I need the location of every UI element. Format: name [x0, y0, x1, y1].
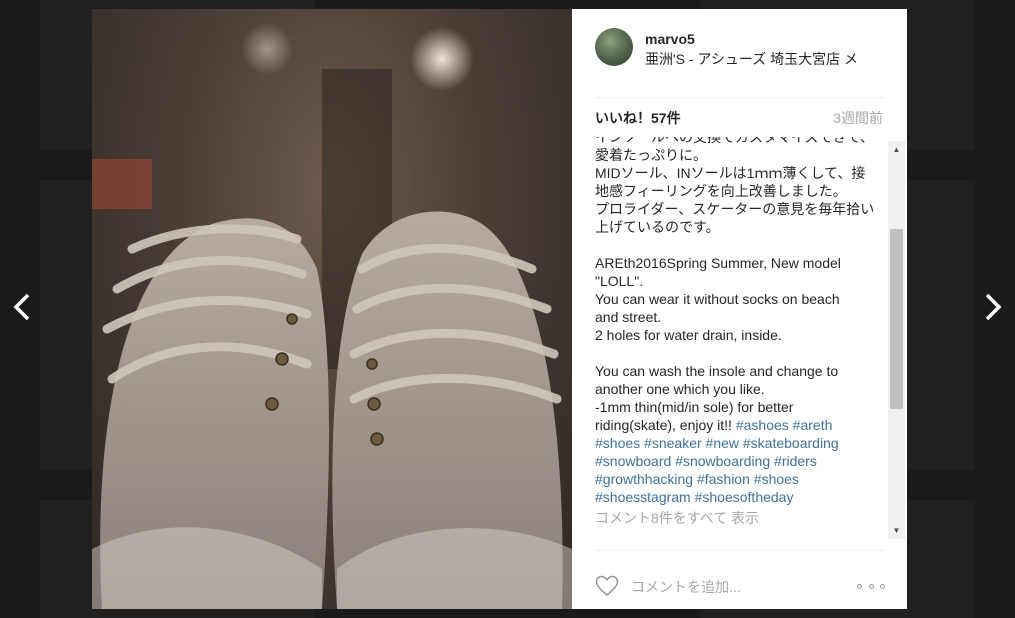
caption-line: You can wash the insole and change to: [595, 362, 879, 380]
caption-line: MIDソール、INソールは1ｍｍ薄くして、接: [595, 164, 879, 182]
caption-line: 上げているのです。: [595, 218, 879, 236]
caption-fragment: AREth2016Spring Summer, New model: [595, 255, 841, 271]
caption-line: "LOLL".: [595, 272, 879, 290]
caption-fragment: MIDソール、INソールは1ｍｍ薄くして、接: [595, 165, 866, 181]
dot: [880, 583, 885, 589]
hashtag-link[interactable]: #snowboarding: [675, 453, 770, 469]
post-footer: [572, 550, 907, 609]
post-details-panel: marvo5 亜洲'S - アシューズ 埼玉大宮店 メ いいね！57件 3週間前…: [572, 9, 907, 609]
caption-line: -1mm thin(mid/in sole) for better: [595, 398, 879, 416]
caption-fragment: "LOLL".: [595, 273, 644, 289]
view-all-comments-link[interactable]: コメント8件をすべて 表示: [595, 509, 879, 527]
chevron-right-icon[interactable]: [975, 285, 1011, 329]
caption-scrollbar[interactable]: ▲ ▼: [888, 141, 905, 539]
caption-fragment: You can wear it without socks on beach: [595, 291, 840, 307]
scroll-down-icon[interactable]: ▼: [888, 522, 905, 539]
caption-line: 地感フィーリングを向上改善しました。: [595, 182, 879, 200]
caption-line: 愛着たっぷりに。: [595, 146, 879, 164]
scroll-up-icon[interactable]: ▲: [888, 141, 905, 158]
post-modal: marvo5 亜洲'S - アシューズ 埼玉大宮店 メ いいね！57件 3週間前…: [92, 9, 907, 609]
location-link[interactable]: 亜洲'S - アシューズ 埼玉大宮店 メ: [645, 49, 885, 69]
hashtag-link[interactable]: #snowboard: [595, 453, 671, 469]
hashtag-link[interactable]: #shoes: [595, 435, 640, 451]
dot: [857, 583, 862, 589]
post-header: marvo5 亜洲'S - アシューズ 埼玉大宮店 メ: [572, 9, 907, 90]
comment-input[interactable]: [629, 574, 833, 600]
caption-fragment: 地感フィーリングを向上改善しました。: [595, 183, 847, 199]
caption-line: プロライダー、スケーターの意見を毎年拾い: [595, 200, 879, 218]
caption-line: 2 holes for water drain, inside.: [595, 326, 879, 344]
header-divider: [595, 97, 885, 98]
hashtag-link[interactable]: #new: [706, 435, 739, 451]
hashtag-link[interactable]: #riders: [774, 453, 817, 469]
caption-fragment: 愛着たっぷりに。: [595, 147, 707, 163]
caption-line: #shoes #sneaker #new #skateboarding: [595, 434, 879, 452]
caption-area[interactable]: インソールへの交換でカスタマイズできて、愛着たっぷりに。 MIDソール、INソール…: [595, 137, 891, 539]
avatar[interactable]: [595, 28, 633, 66]
caption-fragment: 上げているのです。: [595, 219, 720, 235]
hashtag-link[interactable]: #skateboarding: [743, 435, 839, 451]
hashtag-link[interactable]: #shoes: [754, 471, 799, 487]
caption-fragment: and street.: [595, 309, 662, 325]
hashtag-link[interactable]: #areth: [793, 417, 833, 433]
hashtag-link[interactable]: #fashion: [697, 471, 750, 487]
caption-line: AREth2016Spring Summer, New model: [595, 254, 879, 272]
heart-icon[interactable]: [595, 575, 619, 597]
caption-fragment: You can wash the insole and change to: [595, 363, 839, 379]
caption-line: #growthhacking #fashion #shoes: [595, 470, 879, 488]
sneakers-photo: [92, 23, 572, 609]
caption-line: and street.: [595, 308, 879, 326]
caption-line: インソールへの交換でカスタマイズできて、: [595, 137, 879, 146]
caption-line: #snowboard #snowboarding #riders: [595, 452, 879, 470]
scrollbar-thumb[interactable]: [890, 229, 903, 409]
caption-fragment: プロライダー、スケーターの意見を毎年拾い: [595, 201, 875, 217]
caption-line: riding(skate), enjoy it!! #ashoes #areth: [595, 416, 879, 434]
caption-line: You can wear it without socks on beach: [595, 290, 879, 308]
caption-fragment: インソールへの交換でカスタマイズできて、: [595, 137, 874, 145]
caption-fragment: another one which you like.: [595, 381, 765, 397]
hashtag-link[interactable]: #ashoes: [736, 417, 789, 433]
username-link[interactable]: marvo5: [645, 31, 695, 47]
caption-line: [595, 344, 879, 362]
dot: [868, 583, 874, 589]
caption-text: インソールへの交換でカスタマイズできて、愛着たっぷりに。 MIDソール、INソール…: [595, 137, 879, 527]
caption-fragment: 2 holes for water drain, inside.: [595, 327, 782, 343]
caption-fragment: riding(skate), enjoy it!!: [595, 417, 736, 433]
caption-fragment: -1mm thin(mid/in sole) for better: [595, 399, 794, 415]
post-time: 3週間前: [833, 110, 883, 126]
hashtag-link[interactable]: #growthhacking: [595, 471, 693, 487]
caption-line: [595, 236, 879, 254]
caption-line: another one which you like.: [595, 380, 879, 398]
likes-count[interactable]: いいね！57件: [595, 108, 681, 128]
chevron-left-icon[interactable]: [4, 285, 40, 329]
caption-line: #shoesstagram #shoesoftheday: [595, 488, 879, 506]
hashtag-link[interactable]: #shoesstagram: [595, 489, 691, 505]
post-photo[interactable]: [92, 9, 572, 609]
hashtag-link[interactable]: #shoesoftheday: [695, 489, 794, 505]
hashtag-link[interactable]: #sneaker: [644, 435, 702, 451]
more-options-icon[interactable]: [857, 578, 885, 594]
